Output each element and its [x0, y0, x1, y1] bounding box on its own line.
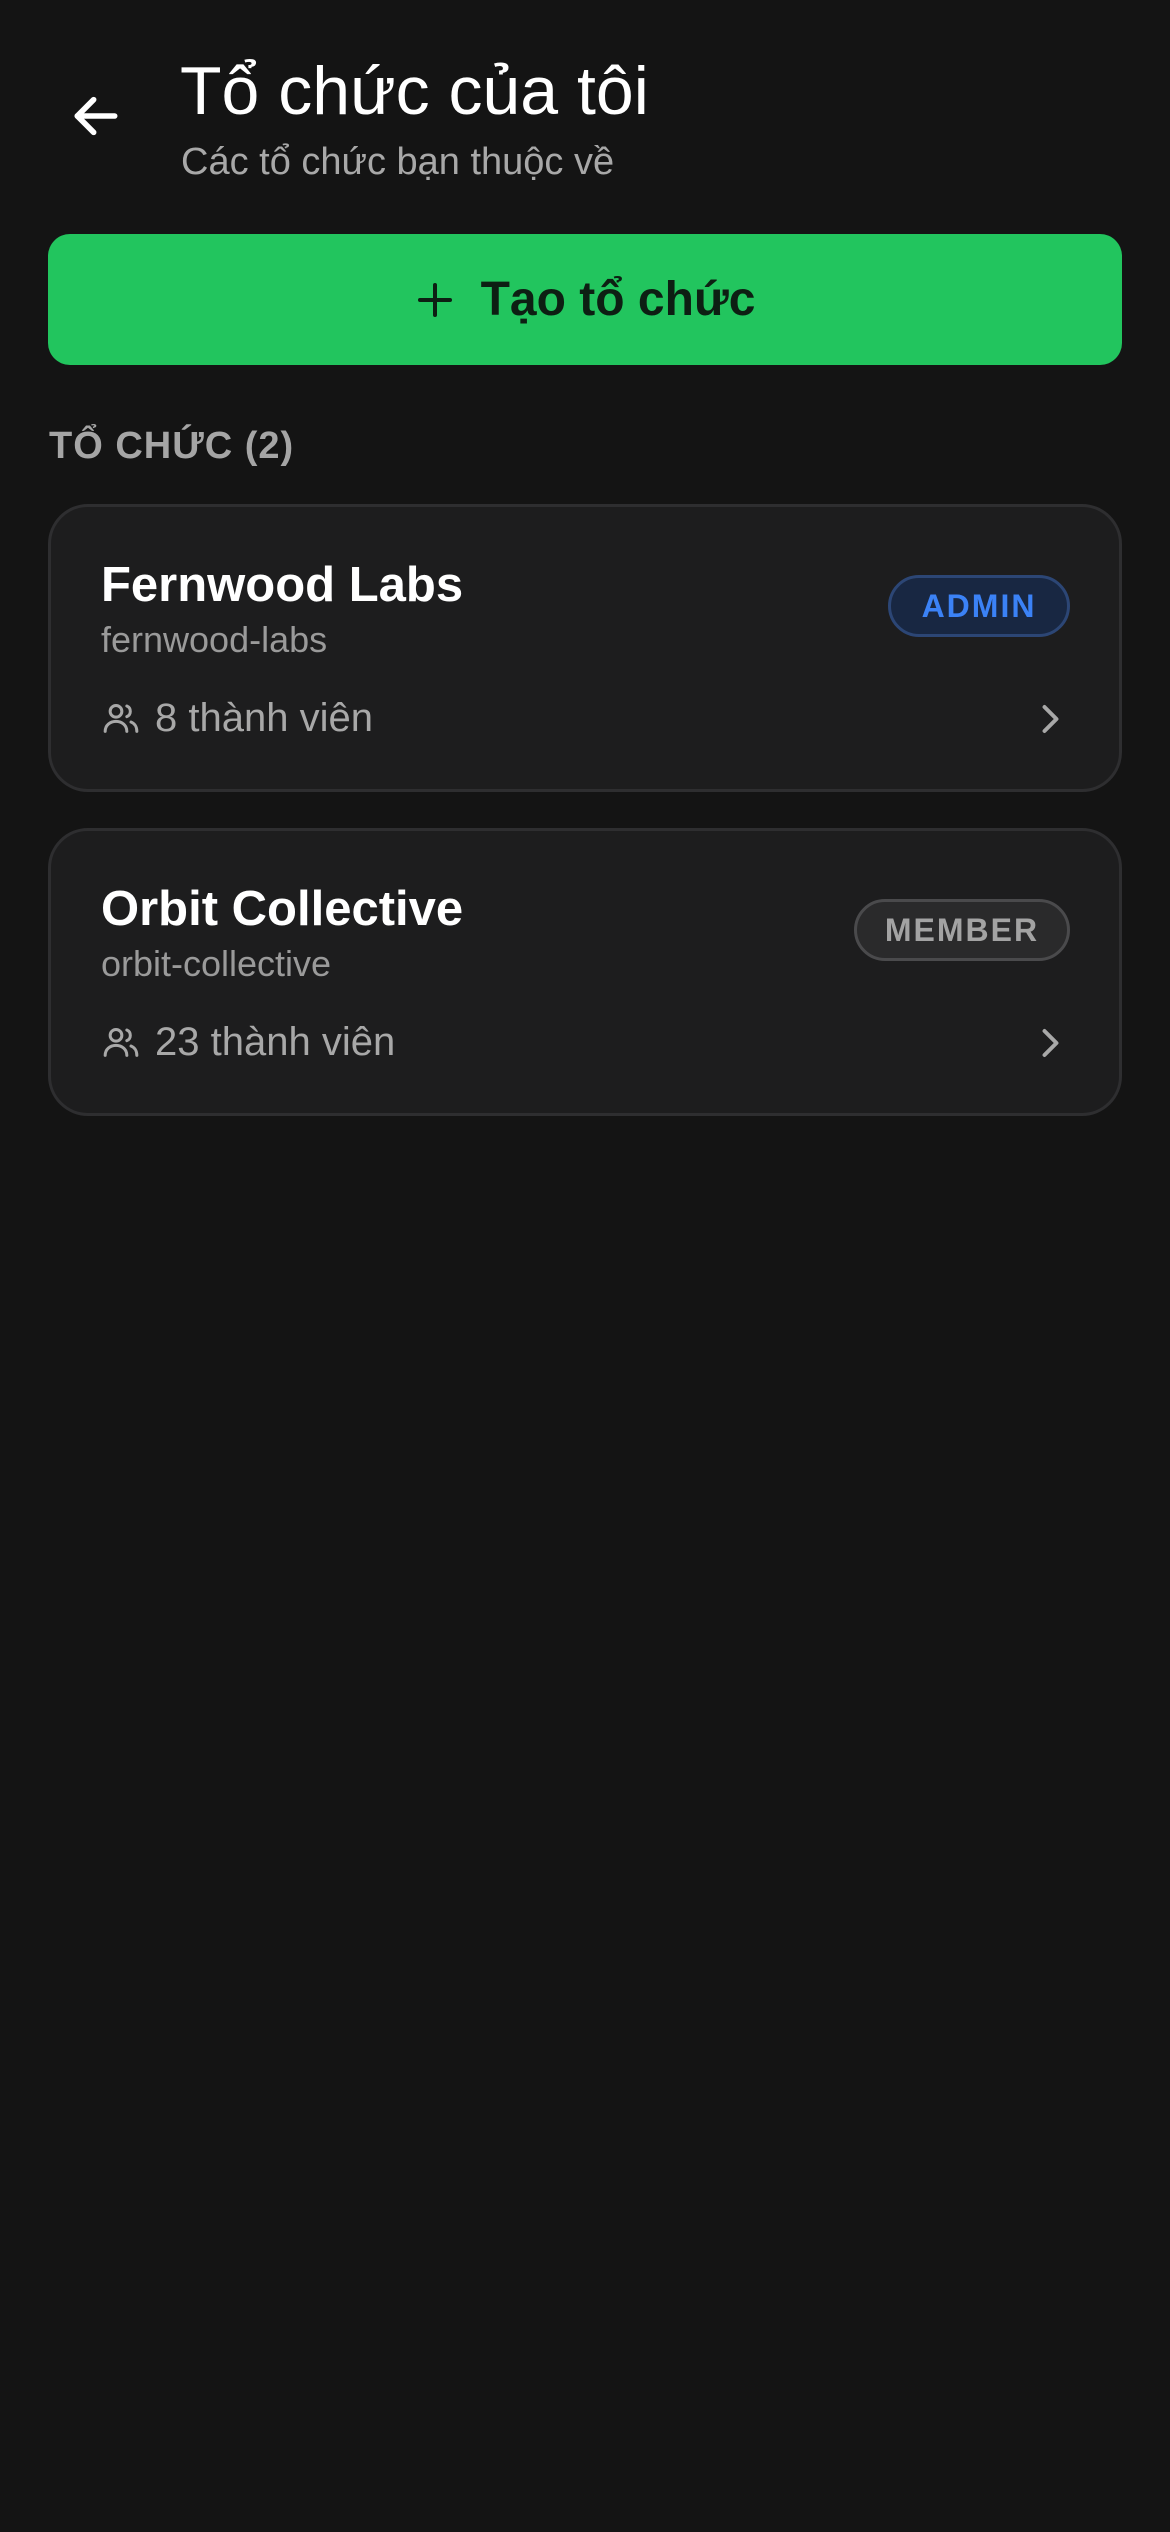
chevron-right-icon [1029, 695, 1069, 743]
member-count-label: 23 thành viên [155, 1019, 396, 1064]
back-button[interactable] [48, 76, 144, 156]
role-badge: MEMBER [854, 899, 1070, 961]
organization-name: Fernwood Labs [101, 558, 464, 612]
organization-slug: orbit-collective [101, 943, 332, 984]
users-icon [101, 1022, 141, 1062]
member-count: 8 thành viên [101, 693, 373, 743]
role-badge: ADMIN [888, 575, 1070, 637]
organization-card[interactable]: Fernwood Labs fernwood-labs ADMIN 8 thàn… [48, 504, 1122, 792]
create-organization-label: Tạo tổ chức [480, 273, 756, 326]
page-header: Tổ chức của tôi Các tổ chức bạn thuộc về [0, 0, 1170, 200]
member-count-label: 8 thành viên [155, 695, 373, 740]
organization-name: Orbit Collective [101, 882, 464, 936]
organization-card[interactable]: Orbit Collective orbit-collective MEMBER… [48, 828, 1122, 1116]
chevron-right-icon [1029, 1019, 1069, 1067]
plus-icon [415, 280, 455, 320]
users-icon [101, 698, 141, 738]
page-subtitle: Các tổ chức bạn thuộc về [181, 141, 615, 183]
member-count: 23 thành viên [101, 1017, 395, 1067]
organization-slug: fernwood-labs [101, 619, 328, 660]
create-organization-button[interactable]: Tạo tổ chức [48, 234, 1122, 365]
page-title: Tổ chức của tôi [180, 53, 649, 129]
arrow-left-icon [68, 88, 124, 144]
section-header: TỔ CHỨC (2) [49, 425, 295, 467]
